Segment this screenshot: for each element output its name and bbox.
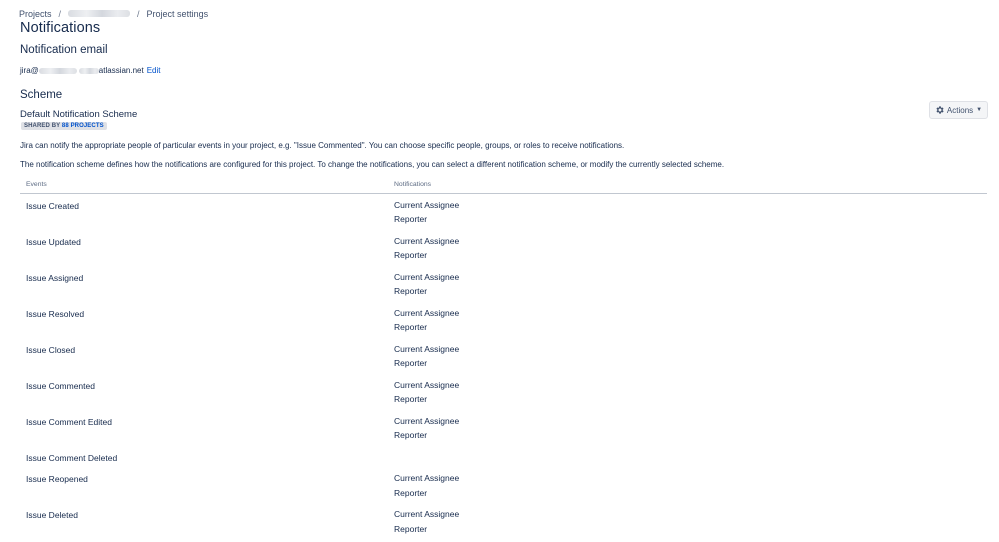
event-name: Issue Comment Deleted xyxy=(26,452,118,463)
breadcrumb-separator: / xyxy=(58,9,62,19)
table-row: Issue Deleted Current Assignee Reporter xyxy=(20,503,987,539)
table-row: Issue Comment Edited Current Assignee Repo… xyxy=(20,410,987,446)
notification-recipient: Current Assignee xyxy=(394,509,460,519)
notification-recipient: Current Assignee xyxy=(394,415,460,426)
shared-by-lozenge: SHARED BY 88 PROJECTS xyxy=(21,122,107,130)
email-prefix: jira@ xyxy=(20,66,39,75)
notification-recipient: Reporter xyxy=(394,286,428,296)
shared-by-label: SHARED BY xyxy=(24,123,61,129)
notification-recipient: Reporter xyxy=(394,523,428,534)
table-header-row: Events Notifications xyxy=(20,178,987,194)
event-notifications: Current Assignee Reporter xyxy=(388,467,987,503)
edit-email-link[interactable]: Edit xyxy=(147,66,161,75)
event-notifications: Current Assignee Reporter xyxy=(388,266,987,302)
notification-email-heading: Notification email xyxy=(20,44,108,56)
event-notifications: Current Assignee Reporter xyxy=(388,503,987,539)
scheme-description-1: Jira can notify the appropriate people o… xyxy=(20,141,625,150)
email-suffix: atlassian.net xyxy=(98,66,144,75)
table-row: Issue Created Current Assignee Reporter xyxy=(20,193,987,230)
shared-projects-link[interactable]: 88 PROJECTS xyxy=(62,123,104,129)
breadcrumb: Projects / / Project settings xyxy=(19,9,208,19)
table-row: Issue Assigned Current Assignee Reporter xyxy=(20,266,987,302)
notification-recipient: Current Assignee xyxy=(394,307,460,318)
breadcrumb-separator: / xyxy=(137,9,140,19)
notification-email-line: jira@ atlassian.net Edit xyxy=(20,66,161,75)
table-row: Issue Comment Deleted xyxy=(20,446,987,468)
table-row: Issue Commented Current Assignee Reporter xyxy=(20,374,987,410)
breadcrumb-projects-link[interactable]: Projects xyxy=(19,9,52,19)
notification-recipient: Current Assignee xyxy=(394,473,460,483)
event-notifications: Current Assignee Reporter xyxy=(388,193,987,230)
event-name: Issue Assigned xyxy=(26,272,84,283)
event-notifications: Current Assignee Reporter xyxy=(388,374,987,410)
table-row: Issue Reopened Current Assignee Reporter xyxy=(20,467,987,503)
scheme-description-2: The notification scheme defines how the … xyxy=(20,160,725,169)
column-header-notifications: Notifications xyxy=(388,178,987,194)
event-name: Issue Reopened xyxy=(26,474,88,484)
notification-recipient: Reporter xyxy=(394,358,428,368)
table-row: Issue Closed Current Assignee Reporter xyxy=(20,338,987,374)
event-name: Issue Resolved xyxy=(26,308,85,319)
notification-recipient: Reporter xyxy=(394,430,428,440)
notification-recipient: Reporter xyxy=(394,487,428,498)
event-notifications: Current Assignee Reporter xyxy=(388,338,987,374)
event-name: Issue Comment Edited xyxy=(26,416,112,427)
breadcrumb-project-link[interactable] xyxy=(68,9,131,19)
notification-recipient: Current Assignee xyxy=(394,235,460,246)
event-notifications: Current Assignee Reporter xyxy=(388,410,987,446)
scheme-name: Default Notification Scheme xyxy=(20,109,138,120)
notification-recipient: Current Assignee xyxy=(394,199,460,210)
event-notifications: Current Assignee Reporter xyxy=(388,302,987,338)
notification-recipient: Current Assignee xyxy=(394,343,460,354)
breadcrumb-project-settings-link[interactable]: Project settings xyxy=(147,9,209,19)
page-title: Notifications xyxy=(20,20,101,36)
notification-recipient: Reporter xyxy=(394,394,428,404)
event-name: Issue Created xyxy=(26,200,79,211)
event-name: Issue Closed xyxy=(26,344,76,355)
redacted-email-part xyxy=(38,67,77,74)
event-name: Issue Deleted xyxy=(26,510,78,520)
notification-recipient: Reporter xyxy=(394,250,428,260)
table-row: Issue Updated Current Assignee Reporter xyxy=(20,230,987,266)
event-name: Issue Commented xyxy=(26,380,95,391)
actions-button[interactable]: Actions ▼ xyxy=(929,101,988,119)
redacted-email-part xyxy=(78,67,99,74)
event-notifications: Current Assignee Reporter xyxy=(388,230,987,266)
actions-label: Actions xyxy=(946,105,974,115)
notifications-table: Events Notifications Issue Created Curren… xyxy=(20,178,987,539)
notification-recipient: Current Assignee xyxy=(394,379,460,390)
redacted-project-name xyxy=(68,10,131,17)
table-row: Issue Resolved Current Assignee Reporter xyxy=(20,302,987,338)
gear-icon xyxy=(936,106,944,114)
notification-recipient: Reporter xyxy=(394,322,428,332)
scheme-heading: Scheme xyxy=(20,89,63,101)
notification-recipient: Reporter xyxy=(394,214,428,224)
column-header-events: Events xyxy=(20,178,388,194)
chevron-down-icon: ▼ xyxy=(976,107,983,113)
event-notifications xyxy=(388,446,987,468)
notification-recipient: Current Assignee xyxy=(394,271,460,282)
event-name: Issue Updated xyxy=(26,236,81,247)
